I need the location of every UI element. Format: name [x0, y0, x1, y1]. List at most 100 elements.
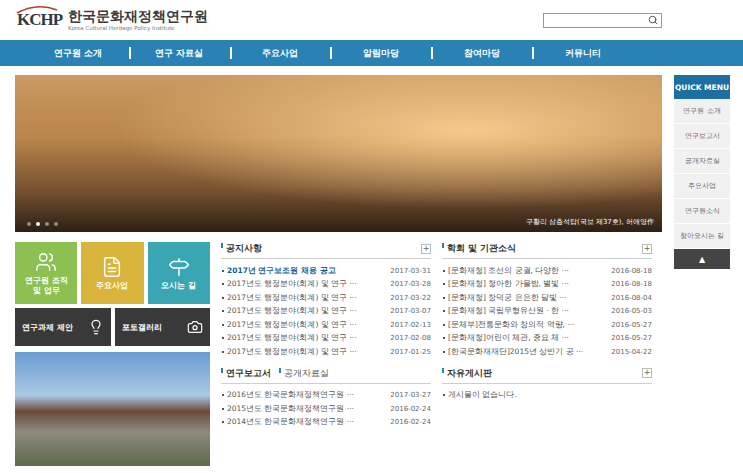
notice-row[interactable]: 2017년도 행정분야(회계) 및 연구 ··· 2017-01-25 — [221, 345, 431, 359]
quick-menu-item[interactable]: 찾아오시는 길 — [674, 224, 730, 249]
row-date: 2017-03-22 — [390, 294, 431, 302]
logo[interactable]: KCHP 한국문화재정책연구원Korea Cultural Heritage Po… — [15, 9, 208, 30]
row-title: [문체부]전통문화와 창의적 역량, ··· — [442, 320, 575, 330]
shortcut-button[interactable]: 연구과제 제안 — [15, 308, 111, 346]
quick-menu-item[interactable]: 공개자료실 — [674, 149, 730, 174]
slider-dot[interactable] — [54, 222, 58, 226]
main: 구황리 삼층석탑(국보 제37호), 허애영作연구원 조직 및 업무주요사업오시… — [0, 66, 743, 466]
logo-mark-text: KCHP — [17, 10, 62, 29]
section-header: 자유게시판 + — [442, 367, 652, 384]
notice-row[interactable]: 2017년도 행정분야(회계) 및 연구 ··· 2017-03-28 — [221, 278, 431, 292]
news-row[interactable]: [한국문화재재단]2015년 상반기 공 ···2015-04-22 — [442, 345, 652, 359]
shortcut-tile[interactable]: 주요사업 — [81, 242, 143, 304]
nav-item[interactable]: 참여마당 — [431, 47, 532, 60]
row-title: [문화재청] 국립무형유산원 · 한 ··· — [442, 306, 569, 316]
slider-dot[interactable] — [27, 222, 31, 226]
notice-row[interactable]: 2017년도 행정분야(회계) 및 연구 ···2017-03-07 — [221, 305, 431, 319]
news-column: 학회 및 기관소식 + [문화재청] 조선의 궁궐, 다양한 ···2016-08-… — [442, 242, 652, 466]
row-date: 2016-05-27 — [611, 334, 652, 342]
quick-menu-item[interactable]: 주요사업 — [674, 174, 730, 199]
report-tabs: 연구보고서 공개자료실 — [221, 367, 329, 380]
row-title: 2017년도 행정분야(회계) 및 연구 ··· — [221, 293, 357, 303]
scroll-top-button[interactable]: ▲ — [674, 249, 730, 269]
gallery-photo[interactable] — [15, 352, 210, 466]
more-button[interactable]: + — [642, 244, 652, 254]
quick-menu: QUICK MENU연구원 소개연구보고서공개자료실주요사업연구원소식찾아오시는… — [674, 75, 730, 466]
report-row[interactable]: 2015년도 한국문화재정책연구원 ···2016-02-24 — [221, 402, 431, 416]
header: KCHP 한국문화재정책연구원Korea Cultural Heritage Po… — [0, 0, 743, 40]
row-date: 2016-08-18 — [611, 280, 652, 288]
section-header: 학회 및 기관소식 + — [442, 242, 652, 259]
slider-dots — [27, 222, 58, 226]
row-date: 2017-03-31 — [390, 267, 431, 275]
tile-label: 주요사업 — [96, 281, 128, 291]
nav-item[interactable]: 연구 자료실 — [129, 47, 230, 60]
row-date: 2015-04-22 — [611, 348, 652, 356]
quick-menu-item[interactable]: 연구원소식 — [674, 199, 730, 224]
section-title[interactable]: 자유게시판 — [442, 367, 492, 380]
document-icon — [101, 256, 123, 278]
notice-column: 공지사항+2017년 연구보조원 채용 공고2017-03-312017년도 행… — [221, 242, 431, 466]
logo-text: 한국문화재정책연구원Korea Cultural Heritage Policy… — [68, 9, 208, 30]
row-title: 2017년도 행정분야(회계) 및 연구 ··· — [221, 306, 357, 316]
row-title: 2016년도 한국문화재정책연구원 ··· — [221, 390, 354, 400]
row-date: 2017-03-27 — [390, 391, 431, 399]
nav-item[interactable]: 커뮤니티 — [532, 47, 633, 60]
shortcut-tile[interactable]: 연구원 조직 및 업무 — [15, 242, 77, 304]
row-date: 2017-03-28 — [390, 280, 431, 288]
lightbulb-icon — [88, 319, 104, 335]
board-empty: 게시물이 없습니다. — [442, 389, 652, 403]
row-title: 2014년도 한국문화재정책연구원 ··· — [221, 417, 354, 427]
shortcut-button[interactable]: 포토갤러리 — [115, 308, 211, 346]
news-row[interactable]: [문화재청]어린이 체관, 종묘 체 ··· 2016-05-27 — [442, 332, 652, 346]
nav-item[interactable]: 알림마당 — [330, 47, 431, 60]
report-row[interactable]: 2016년도 한국문화재정책연구원 ··· 2017-03-27 — [221, 389, 431, 403]
slider-dot[interactable] — [36, 222, 40, 226]
logo-subtitle: Korea Cultural Heritage Policy Institute — [68, 25, 208, 31]
news-row[interactable]: [문화재청] 청아한 가을밤, 별빛 ···2016-08-18 — [442, 278, 652, 292]
camera-icon — [187, 319, 203, 335]
news-row[interactable]: [문화재청] 국립무형유산원 · 한 ···2016-05-03 — [442, 305, 652, 319]
news-row[interactable]: [문화재청] 조선의 궁궐, 다양한 ···2016-08-18 — [442, 264, 652, 278]
notice-row[interactable]: 2017년 연구보조원 채용 공고2017-03-31 — [221, 264, 431, 278]
section-title[interactable]: 공지사항 — [221, 242, 262, 255]
row-title: 2017년도 행정분야(회계) 및 연구 ··· — [221, 347, 357, 357]
shortcut-tile[interactable]: 오시는 길 — [148, 242, 210, 304]
slider-dot[interactable] — [45, 222, 49, 226]
logo-arc-icon — [15, 4, 59, 14]
row-date: 2016-08-18 — [611, 267, 652, 275]
report-row[interactable]: 2014년도 한국문화재정책연구원 ··· 2016-02-24 — [221, 416, 431, 430]
row-date: 2016-05-27 — [611, 321, 652, 329]
button-label: 포토갤러리 — [122, 322, 162, 333]
notice-list: 2017년 연구보조원 채용 공고2017-03-312017년도 행정분야(회… — [221, 264, 431, 359]
quick-menu-item[interactable]: 연구원 소개 — [674, 99, 730, 124]
section-header: 연구보고서 공개자료실 — [221, 367, 431, 384]
notice-row[interactable]: 2017년도 행정분야(회계) 및 연구 ···2017-02-13 — [221, 318, 431, 332]
report-tab[interactable]: 공개자료실 — [279, 367, 329, 380]
news-row[interactable]: [문화재청] 창덕궁 은은한 달빛 ···2016-08-04 — [442, 291, 652, 305]
row-title: 2017년도 행정분야(회계) 및 연구 ··· — [221, 320, 357, 330]
hero-caption: 구황리 삼층석탑(국보 제37호), 허애영作 — [526, 217, 654, 227]
notice-row[interactable]: 2017년도 행정분야(회계) 및 연구 ··· 2017-03-22 — [221, 291, 431, 305]
section-title[interactable]: 학회 및 기관소식 — [442, 242, 516, 255]
more-button[interactable]: + — [642, 368, 652, 378]
row-title: [문화재청]어린이 체관, 종묘 체 ··· — [442, 333, 569, 343]
logo-title: 한국문화재정책연구원 — [68, 9, 208, 24]
quick-menu-title: QUICK MENU — [674, 75, 730, 99]
signpost-icon — [168, 256, 190, 278]
bottom-area: 연구원 조직 및 업무주요사업 오시는 길연구과제 제안 포토갤러리 공지사항 +201… — [15, 242, 662, 466]
logo-mark: KCHP — [15, 10, 64, 30]
nav-item[interactable]: 연구원 소개 — [28, 47, 129, 60]
report-tab[interactable]: 연구보고서 — [221, 367, 271, 380]
quick-menu-item[interactable]: 연구보고서 — [674, 124, 730, 149]
search-box[interactable] — [543, 13, 662, 28]
news-row[interactable]: [문체부]전통문화와 창의적 역량, ··· 2016-05-27 — [442, 318, 652, 332]
more-button[interactable]: + — [421, 244, 431, 254]
row-title: 2015년도 한국문화재정책연구원 ··· — [221, 404, 354, 414]
search-icon[interactable] — [648, 15, 658, 25]
nav-item[interactable]: 주요사업 — [230, 47, 331, 60]
row-date: 2017-01-25 — [390, 348, 431, 356]
notice-row[interactable]: 2017년도 행정분야(회계) 및 연구 ···2017-02-08 — [221, 332, 431, 346]
row-title: 2017년도 행정분야(회계) 및 연구 ··· — [221, 279, 357, 289]
row-date: 2016-02-24 — [390, 418, 431, 426]
